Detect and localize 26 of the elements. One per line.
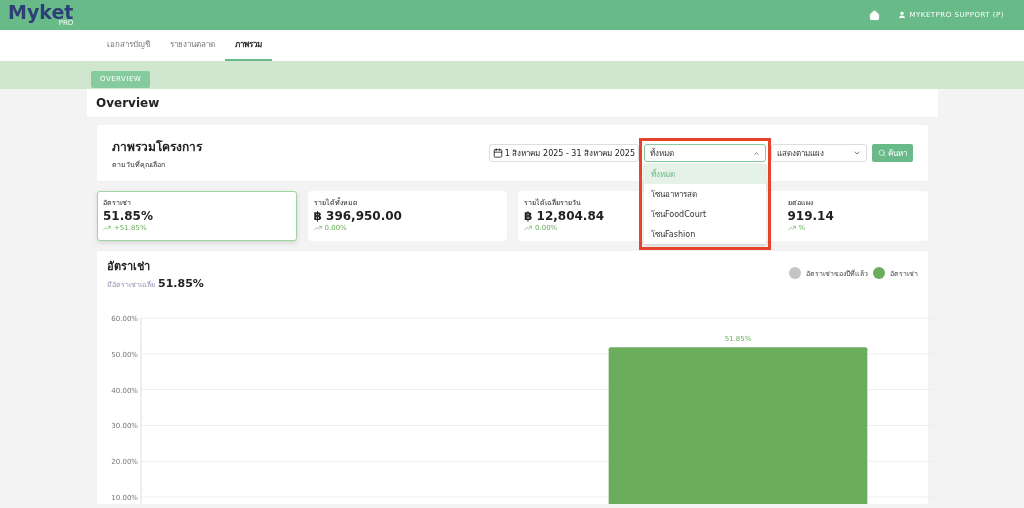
nav-tab[interactable]: รายงานตลาด [160, 30, 225, 61]
stat-value: 919.14 [787, 209, 834, 223]
trend-up-icon [103, 224, 111, 232]
section-title: ภาพรวมโครงการ [112, 138, 202, 156]
date-range-field[interactable]: 1 สิงหาคม 2025 - 31 สิงหาคม 2025 [488, 144, 639, 162]
dropdown-option[interactable]: โซนFoodCourt [644, 204, 766, 224]
dropdown-option[interactable]: โซนอาหารสด [644, 184, 766, 204]
caret-icon [753, 149, 760, 157]
dropdown-option[interactable]: โซนFashion [644, 224, 766, 244]
average-value: 51.85% [158, 277, 204, 290]
caret-icon [853, 149, 861, 157]
trend-up-icon [313, 224, 322, 232]
stat-value: ฿ 12,804.84 [524, 209, 605, 223]
nav-tab[interactable]: เอกสารบัญชี [97, 30, 160, 61]
search-icon [878, 149, 886, 157]
stat-value: ฿ 396,950.00 [313, 209, 402, 223]
zone-select[interactable]: ทั้งหมด [644, 144, 766, 162]
home-icon[interactable] [868, 9, 880, 21]
trend-up-icon [524, 224, 532, 232]
stat-value: 51.85% [103, 209, 153, 223]
page-title: Overview [87, 89, 938, 117]
group-select[interactable]: แสดงตามแผง [771, 144, 867, 162]
chart-title: อัตราเช่า [107, 259, 151, 275]
trend-up-icon [787, 224, 796, 232]
calendar-icon [492, 148, 503, 158]
user-icon [897, 11, 906, 19]
